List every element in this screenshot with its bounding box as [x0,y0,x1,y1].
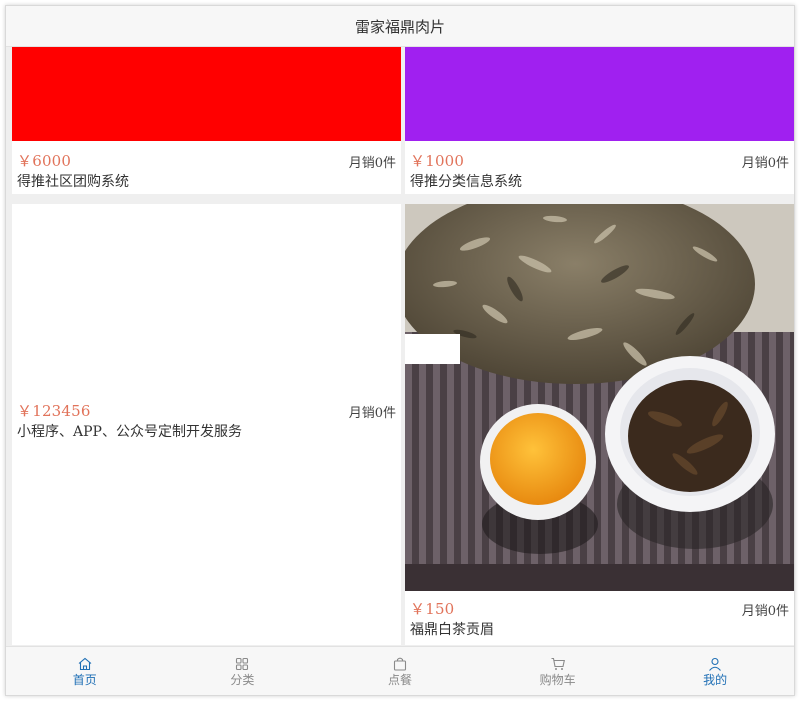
home-icon [78,657,92,670]
top-bar: 雷家福鼎肉片 [6,6,794,47]
product-price: ￥6000 [17,152,72,170]
product-sales: 月销0件 [741,604,789,619]
product-info-1: ￥6000 月销0件 得推社区团购系统 [12,147,401,193]
tab-mine[interactable]: 我的 [636,647,794,695]
product-name[interactable]: 小程序、APP、公众号定制开发服务 [17,421,242,441]
user-icon [709,657,722,671]
tab-category[interactable]: 分类 [164,647,322,695]
tea-photo[interactable] [405,204,794,591]
tab-label: 我的 [703,672,728,687]
product-price: ￥1000 [410,152,465,170]
tab-label: 购物车 [539,672,576,687]
product-card-1[interactable]: ￥6000 月销0件 得推社区团购系统 [12,47,401,194]
page-title: 雷家福鼎肉片 [354,17,445,36]
product-card-3[interactable]: ￥123456 月销0件 小程序、APP、公众号定制开发服务 [12,204,401,645]
tab-label: 首页 [72,672,97,687]
tab-home[interactable]: 首页 [6,647,164,695]
product-card-4[interactable]: ￥150 月销0件 福鼎白茶贡眉 [405,204,794,645]
tea-illustration [405,204,794,591]
product-grid: ￥6000 月销0件 得推社区团购系统 ￥1000 月销0件 得推分类信息系统 … [6,47,794,647]
product-image-2[interactable] [405,47,794,141]
tab-cart[interactable]: 购物车 [479,647,637,695]
product-name[interactable]: 福鼎白茶贡眉 [410,619,494,639]
product-name[interactable]: 得推社区团购系统 [17,171,129,191]
tab-order[interactable]: 点餐 [321,647,479,695]
product-image-1[interactable] [12,47,401,141]
cart-icon [551,657,565,670]
product-sales: 月销0件 [348,156,396,171]
product-info-3: ￥123456 月销0件 小程序、APP、公众号定制开发服务 [12,397,401,443]
app-frame: 雷家福鼎肉片 ￥6000 月销0件 得推社区团购系统 ￥1000 月销0件 得推… [5,5,795,696]
grid-icon [236,657,249,670]
product-name[interactable]: 得推分类信息系统 [410,171,522,191]
product-card-2[interactable]: ￥1000 月销0件 得推分类信息系统 [405,47,794,194]
bag-icon [393,657,407,671]
product-sales: 月销0件 [348,406,396,421]
product-price: ￥150 [410,600,455,618]
product-price: ￥123456 [17,402,91,420]
tab-label: 分类 [230,672,255,687]
product-info-2: ￥1000 月销0件 得推分类信息系统 [405,147,794,193]
tab-label: 点餐 [387,672,412,687]
product-sales: 月销0件 [741,156,789,171]
bottom-tab-bar: 首页 分类 点餐 购物车 我的 [6,646,794,695]
product-image-3[interactable] [12,204,401,394]
product-info-4: ￥150 月销0件 福鼎白茶贡眉 [405,595,794,641]
